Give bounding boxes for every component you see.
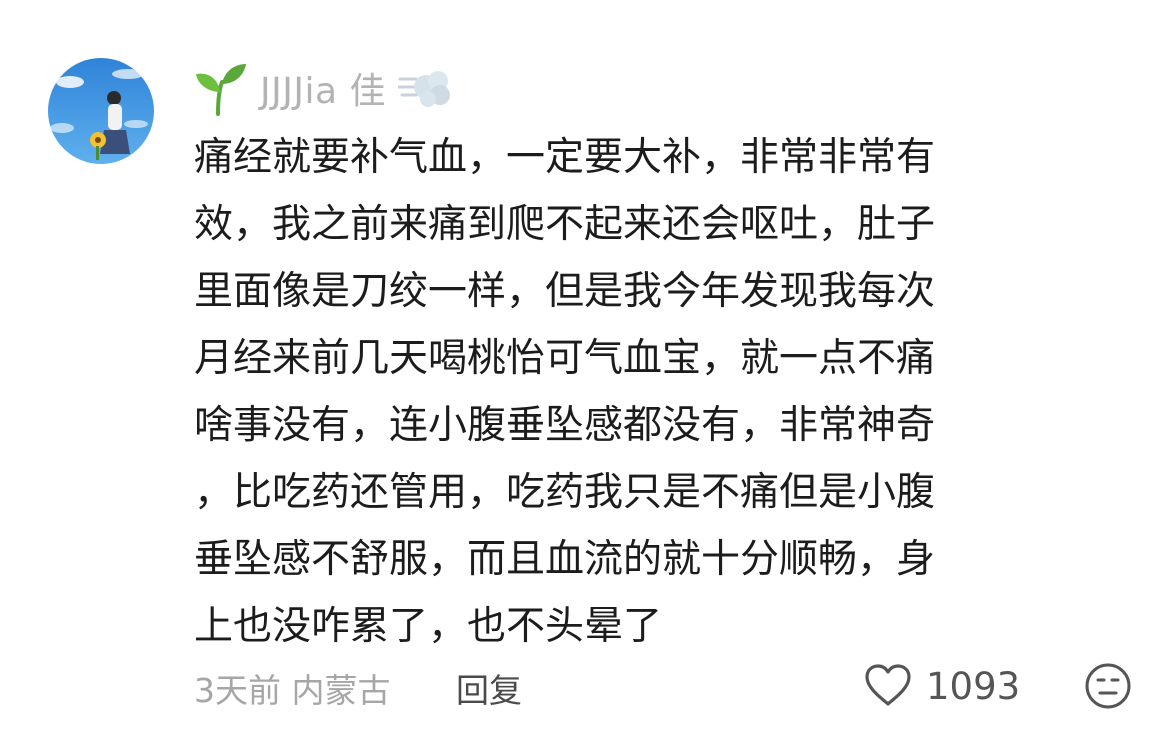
comment-body-line: ，比吃药还管用，吃药我只是不痛但是小腹 xyxy=(194,470,936,515)
like-count: 1093 xyxy=(926,664,1021,708)
comment-meta: 3天前 内蒙古 xyxy=(194,671,391,710)
comment-body-line: 啥事没有，连小腹垂坠感都没有，非常神奇 xyxy=(194,403,936,448)
comment-body-line: 里面像是刀绞一样，但是我今年发现我每次 xyxy=(194,269,936,314)
comment-item: JJJJia 佳 痛经就要补气血，一定要大补，非常非常有 效，我之前来痛到爬不起… xyxy=(0,0,1169,753)
comment-body-line: 月经来前几天喝桃怡可气血宝，就一点不痛 xyxy=(194,336,936,381)
comment-footer: 3天前 内蒙古 回复 1093 xyxy=(194,656,1134,716)
neutral-face-icon[interactable] xyxy=(1084,662,1132,710)
comment-body-line: 垂坠感不舒服，而且血流的就十分顺畅，身 xyxy=(194,537,936,582)
avatar[interactable] xyxy=(48,58,154,164)
comment-body-line: 效，我之前来痛到爬不起来还会呕吐，肚子 xyxy=(194,202,936,247)
comment-header: JJJJia 佳 xyxy=(192,60,452,116)
comment-body-line: 痛经就要补气血，一定要大补，非常非常有 xyxy=(194,135,936,180)
dash-cloud-icon xyxy=(396,65,452,111)
comment-body-line: 上也没咋累了，也不头晕了 xyxy=(194,604,663,649)
reply-button[interactable]: 回复 xyxy=(456,664,522,712)
author-name[interactable]: JJJJia 佳 xyxy=(260,62,386,114)
comment-body: 痛经就要补气血，一定要大补，非常非常有 效，我之前来痛到爬不起来还会呕吐，肚子 … xyxy=(194,124,1004,660)
like-button[interactable]: 1093 xyxy=(864,656,1020,716)
sprout-icon xyxy=(192,60,248,116)
heart-outline-icon[interactable] xyxy=(864,664,912,708)
